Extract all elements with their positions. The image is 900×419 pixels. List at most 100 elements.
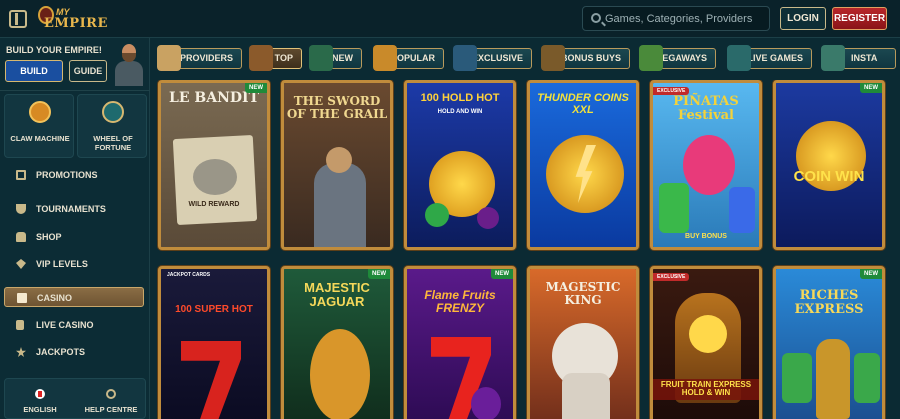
game-subtitle: HOLD AND WIN bbox=[437, 109, 483, 115]
sidebar-footer: ENGLISH HELP CENTRE bbox=[4, 378, 146, 419]
providers-scroll-icon bbox=[157, 45, 181, 71]
sidebar-item-jackpots[interactable]: JACKPOTS bbox=[4, 342, 144, 362]
new-badge: NEW bbox=[860, 83, 882, 93]
game-card-thunder-coins-xxl[interactable]: THUNDER COINS XXL bbox=[527, 80, 639, 250]
category-top[interactable]: TOP bbox=[249, 45, 302, 71]
claw-machine-tile[interactable]: CLAW MACHINE bbox=[4, 94, 74, 158]
login-button[interactable]: LOGIN bbox=[780, 7, 826, 30]
sidebar-item-label: TOURNAMENTS bbox=[36, 204, 106, 214]
sidebar-toggle-icon[interactable] bbox=[9, 10, 27, 28]
warrior-avatar bbox=[110, 40, 148, 86]
wheel-of-fortune-icon bbox=[102, 101, 124, 123]
popular-icon bbox=[373, 45, 397, 71]
game-card-riches-express[interactable]: RICHES EXPRESS NEW bbox=[773, 266, 885, 419]
sidebar-item-live-casino[interactable]: LIVE CASINO bbox=[4, 315, 144, 335]
exclusive-badge: EXCLUSIVE bbox=[653, 273, 690, 281]
new-badge: NEW bbox=[368, 269, 390, 279]
category-label: TOP bbox=[274, 53, 293, 63]
gift-icon bbox=[16, 170, 26, 180]
help-centre-label: HELP CENTRE bbox=[84, 405, 138, 414]
build-button[interactable]: BUILD bbox=[5, 60, 63, 82]
game-card-fruit-train-express[interactable]: FRUIT TRAIN EXPRESS HOLD & WIN EXCLUSIVE bbox=[650, 266, 762, 419]
wheel-of-fortune-tile[interactable]: WHEEL OF FORTUNE bbox=[77, 94, 147, 158]
category-popular[interactable]: POPULAR bbox=[373, 45, 444, 71]
game-card-majestic-jaguar[interactable]: MAJESTIC JAGUAR NEW bbox=[281, 266, 393, 419]
sidebar: BUILD YOUR EMPIRE! BUILD GUIDE CLAW MACH… bbox=[0, 38, 150, 419]
megaways-icon bbox=[639, 45, 663, 71]
game-card-100-hold-hot[interactable]: 100 HOLD HOT HOLD AND WIN bbox=[404, 80, 516, 250]
category-bar: PROVIDERS TOP NEW POPULAR EXCLUSIVE BONU… bbox=[150, 38, 900, 80]
game-title: PIÑATAS Festival bbox=[673, 94, 739, 123]
game-title: RICHES EXPRESS bbox=[794, 288, 864, 317]
search-box[interactable] bbox=[582, 6, 770, 31]
top-bar: MY EMPIRE LOGIN REGISTER bbox=[0, 0, 900, 38]
top-chest-icon bbox=[249, 45, 273, 71]
category-label: PROVIDERS bbox=[179, 53, 233, 63]
game-subtitle: WILD REWARD bbox=[188, 201, 240, 208]
category-insta[interactable]: INSTA bbox=[821, 45, 896, 71]
game-title: Flame Fruits FRENZY bbox=[424, 288, 496, 315]
sidebar-item-label: CASINO bbox=[37, 293, 73, 303]
category-new[interactable]: NEW bbox=[309, 45, 362, 71]
help-centre-link[interactable]: HELP CENTRE bbox=[75, 379, 147, 419]
sidebar-divider bbox=[0, 90, 150, 91]
insta-icon bbox=[821, 45, 845, 71]
site-logo[interactable]: MY EMPIRE bbox=[38, 4, 107, 34]
game-card-sword-of-the-grail[interactable]: THE SWORD OF THE GRAIL bbox=[281, 80, 393, 250]
exclusive-badge: EXCLUSIVE bbox=[653, 87, 690, 95]
game-card-coin-win[interactable]: COIN WIN NEW bbox=[773, 80, 885, 250]
game-title: COIN WIN bbox=[793, 168, 865, 185]
category-bonus-buys[interactable]: BONUS BUYS bbox=[541, 45, 630, 71]
sidebar-item-tournaments[interactable]: TOURNAMENTS bbox=[4, 199, 144, 219]
game-title: FRUIT TRAIN EXPRESS HOLD & WIN bbox=[653, 379, 759, 400]
category-label: EXCLUSIVE bbox=[471, 53, 523, 63]
bonus-buys-icon bbox=[541, 45, 565, 71]
game-title: LE BANDIT bbox=[169, 90, 259, 106]
shop-bag-icon bbox=[16, 232, 26, 242]
sidebar-item-vip-levels[interactable]: VIP LEVELS bbox=[4, 254, 144, 274]
logo-empire-text: EMPIRE bbox=[44, 16, 108, 31]
build-empire-title: BUILD YOUR EMPIRE! bbox=[6, 45, 102, 55]
sidebar-item-shop[interactable]: SHOP bbox=[4, 227, 144, 247]
game-card-100-super-hot[interactable]: JACKPOT CARDS 100 SUPER HOT bbox=[158, 266, 270, 419]
sidebar-item-label: SHOP bbox=[36, 232, 62, 242]
game-card-pinatas-festival[interactable]: PIÑATAS Festival BUY BONUS EXCLUSIVE bbox=[650, 80, 762, 250]
category-label: LIVE GAMES bbox=[747, 53, 803, 63]
category-megaways[interactable]: MEGAWAYS bbox=[639, 45, 716, 71]
category-label: INSTA bbox=[851, 53, 878, 63]
live-games-icon bbox=[727, 45, 751, 71]
game-title: THE SWORD OF THE GRAIL bbox=[286, 94, 388, 121]
game-title: 100 SUPER HOT bbox=[175, 304, 253, 315]
game-grid: LE BANDIT WILD REWARD NEW THE SWORD OF T… bbox=[150, 80, 900, 419]
category-providers[interactable]: PROVIDERS bbox=[157, 45, 242, 71]
trophy-icon bbox=[16, 204, 26, 214]
game-title: MAGESTIC KING bbox=[545, 280, 621, 307]
category-live-games[interactable]: LIVE GAMES bbox=[727, 45, 812, 71]
guide-button[interactable]: GUIDE bbox=[69, 60, 107, 82]
search-input[interactable] bbox=[605, 10, 765, 27]
game-title: MAJESTIC JAGUAR bbox=[304, 280, 370, 309]
game-subtitle: BUY BONUS bbox=[685, 233, 727, 240]
sidebar-item-casino[interactable]: CASINO bbox=[4, 287, 144, 307]
new-badge: NEW bbox=[491, 269, 513, 279]
category-exclusive[interactable]: EXCLUSIVE bbox=[453, 45, 532, 71]
live-casino-icon bbox=[16, 320, 24, 330]
exclusive-icon bbox=[453, 45, 477, 71]
game-card-flame-fruits-frenzy[interactable]: Flame Fruits FRENZY NEW bbox=[404, 266, 516, 419]
game-title: 100 HOLD HOT bbox=[420, 92, 500, 104]
register-button[interactable]: REGISTER bbox=[832, 7, 887, 30]
new-badge: NEW bbox=[245, 83, 267, 93]
language-selector[interactable]: ENGLISH bbox=[5, 379, 75, 419]
game-subtitle: JACKPOT CARDS bbox=[167, 272, 211, 278]
game-card-le-bandit[interactable]: LE BANDIT WILD REWARD NEW bbox=[158, 80, 270, 250]
wheel-of-fortune-label: WHEEL OF FORTUNE bbox=[93, 134, 133, 152]
sidebar-item-label: JACKPOTS bbox=[36, 347, 86, 357]
game-title: THUNDER COINS XXL bbox=[537, 92, 629, 116]
canada-flag-icon bbox=[35, 389, 45, 399]
sidebar-item-promotions[interactable]: PROMOTIONS bbox=[4, 165, 144, 185]
game-card-magestic-king[interactable]: MAGESTIC KING bbox=[527, 266, 639, 419]
category-label: POPULAR bbox=[390, 53, 435, 63]
new-lightning-icon bbox=[309, 45, 333, 71]
claw-machine-icon bbox=[29, 101, 51, 123]
casino-icon bbox=[17, 293, 27, 303]
